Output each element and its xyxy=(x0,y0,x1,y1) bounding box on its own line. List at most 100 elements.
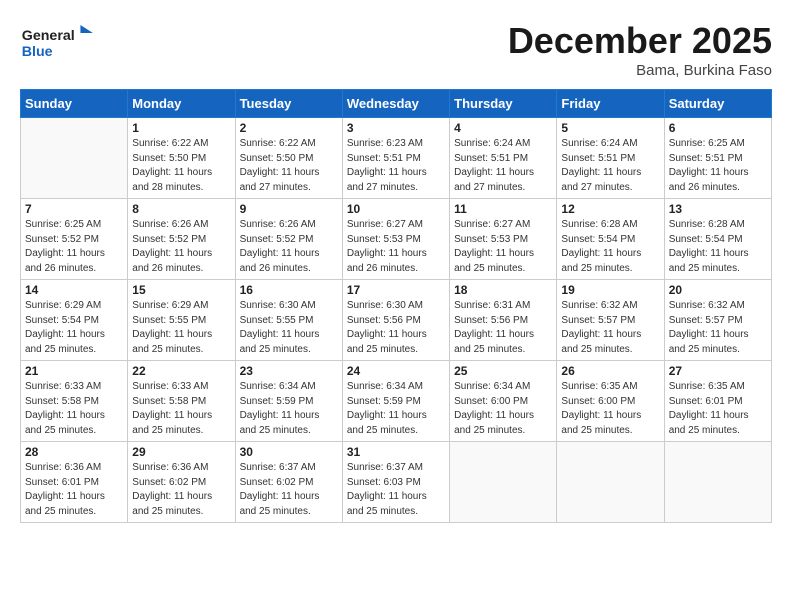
day-number: 20 xyxy=(669,283,767,297)
svg-text:General: General xyxy=(22,28,75,44)
day-detail: Sunrise: 6:26 AM Sunset: 5:52 PM Dayligh… xyxy=(240,218,338,276)
calendar-table: SundayMondayTuesdayWednesdayThursdayFrid… xyxy=(20,89,772,523)
calendar-cell: 29 Sunrise: 6:36 AM Sunset: 6:02 PM Dayli… xyxy=(128,442,235,523)
day-number: 1 xyxy=(132,121,230,135)
page-header: General Blue December 2025 Bama, Burkina… xyxy=(20,20,772,79)
calendar-cell: 23 Sunrise: 6:34 AM Sunset: 5:59 PM Dayli… xyxy=(235,361,342,442)
calendar-cell: 5 Sunrise: 6:24 AM Sunset: 5:51 PM Daylig… xyxy=(557,118,664,199)
calendar-cell: 26 Sunrise: 6:35 AM Sunset: 6:00 PM Dayli… xyxy=(557,361,664,442)
day-number: 13 xyxy=(669,202,767,216)
location-subtitle: Bama, Burkina Faso xyxy=(508,62,772,79)
calendar-cell: 17 Sunrise: 6:30 AM Sunset: 5:56 PM Dayli… xyxy=(342,280,449,361)
day-detail: Sunrise: 6:27 AM Sunset: 5:53 PM Dayligh… xyxy=(454,218,552,276)
calendar-cell: 18 Sunrise: 6:31 AM Sunset: 5:56 PM Dayli… xyxy=(450,280,557,361)
calendar-cell: 12 Sunrise: 6:28 AM Sunset: 5:54 PM Dayli… xyxy=(557,199,664,280)
day-detail: Sunrise: 6:34 AM Sunset: 5:59 PM Dayligh… xyxy=(240,380,338,438)
day-number: 5 xyxy=(561,121,659,135)
day-number: 2 xyxy=(240,121,338,135)
weekday-header-tuesday: Tuesday xyxy=(235,90,342,118)
calendar-cell xyxy=(664,442,771,523)
day-number: 19 xyxy=(561,283,659,297)
day-detail: Sunrise: 6:31 AM Sunset: 5:56 PM Dayligh… xyxy=(454,299,552,357)
day-detail: Sunrise: 6:33 AM Sunset: 5:58 PM Dayligh… xyxy=(25,380,123,438)
day-detail: Sunrise: 6:34 AM Sunset: 5:59 PM Dayligh… xyxy=(347,380,445,438)
day-number: 8 xyxy=(132,202,230,216)
day-number: 18 xyxy=(454,283,552,297)
day-number: 23 xyxy=(240,364,338,378)
day-detail: Sunrise: 6:37 AM Sunset: 6:02 PM Dayligh… xyxy=(240,461,338,519)
day-number: 25 xyxy=(454,364,552,378)
week-row-1: 1 Sunrise: 6:22 AM Sunset: 5:50 PM Daylig… xyxy=(21,118,772,199)
weekday-header-sunday: Sunday xyxy=(21,90,128,118)
day-detail: Sunrise: 6:35 AM Sunset: 6:00 PM Dayligh… xyxy=(561,380,659,438)
week-row-4: 21Sunrise: 6:33 AM Sunset: 5:58 PM Dayli… xyxy=(21,361,772,442)
day-number: 24 xyxy=(347,364,445,378)
day-number: 3 xyxy=(347,121,445,135)
day-number: 17 xyxy=(347,283,445,297)
day-detail: Sunrise: 6:28 AM Sunset: 5:54 PM Dayligh… xyxy=(669,218,767,276)
calendar-cell: 7 Sunrise: 6:25 AM Sunset: 5:52 PM Daylig… xyxy=(21,199,128,280)
day-detail: Sunrise: 6:33 AM Sunset: 5:58 PM Dayligh… xyxy=(132,380,230,438)
weekday-header-thursday: Thursday xyxy=(450,90,557,118)
calendar-cell: 3Sunrise: 6:23 AM Sunset: 5:51 PM Daylig… xyxy=(342,118,449,199)
day-detail: Sunrise: 6:30 AM Sunset: 5:55 PM Dayligh… xyxy=(240,299,338,357)
day-number: 30 xyxy=(240,445,338,459)
calendar-cell xyxy=(21,118,128,199)
calendar-cell: 30 Sunrise: 6:37 AM Sunset: 6:02 PM Dayli… xyxy=(235,442,342,523)
calendar-cell: 15 Sunrise: 6:29 AM Sunset: 5:55 PM Dayli… xyxy=(128,280,235,361)
calendar-cell: 14Sunrise: 6:29 AM Sunset: 5:54 PM Dayli… xyxy=(21,280,128,361)
calendar-cell: 10Sunrise: 6:27 AM Sunset: 5:53 PM Dayli… xyxy=(342,199,449,280)
calendar-cell: 8 Sunrise: 6:26 AM Sunset: 5:52 PM Daylig… xyxy=(128,199,235,280)
calendar-cell: 13 Sunrise: 6:28 AM Sunset: 5:54 PM Dayli… xyxy=(664,199,771,280)
calendar-cell: 6 Sunrise: 6:25 AM Sunset: 5:51 PM Daylig… xyxy=(664,118,771,199)
calendar-cell: 1 Sunrise: 6:22 AM Sunset: 5:50 PM Daylig… xyxy=(128,118,235,199)
day-number: 12 xyxy=(561,202,659,216)
day-number: 29 xyxy=(132,445,230,459)
day-detail: Sunrise: 6:22 AM Sunset: 5:50 PM Dayligh… xyxy=(240,137,338,195)
day-detail: Sunrise: 6:34 AM Sunset: 6:00 PM Dayligh… xyxy=(454,380,552,438)
day-detail: Sunrise: 6:32 AM Sunset: 5:57 PM Dayligh… xyxy=(561,299,659,357)
logo: General Blue xyxy=(20,20,100,70)
day-number: 16 xyxy=(240,283,338,297)
day-detail: Sunrise: 6:28 AM Sunset: 5:54 PM Dayligh… xyxy=(561,218,659,276)
day-detail: Sunrise: 6:25 AM Sunset: 5:51 PM Dayligh… xyxy=(669,137,767,195)
day-detail: Sunrise: 6:37 AM Sunset: 6:03 PM Dayligh… xyxy=(347,461,445,519)
calendar-cell: 20Sunrise: 6:32 AM Sunset: 5:57 PM Dayli… xyxy=(664,280,771,361)
day-number: 27 xyxy=(669,364,767,378)
day-number: 9 xyxy=(240,202,338,216)
day-number: 28 xyxy=(25,445,123,459)
day-number: 15 xyxy=(132,283,230,297)
weekday-header-row: SundayMondayTuesdayWednesdayThursdayFrid… xyxy=(21,90,772,118)
day-detail: Sunrise: 6:36 AM Sunset: 6:02 PM Dayligh… xyxy=(132,461,230,519)
weekday-header-wednesday: Wednesday xyxy=(342,90,449,118)
day-detail: Sunrise: 6:25 AM Sunset: 5:52 PM Dayligh… xyxy=(25,218,123,276)
day-detail: Sunrise: 6:30 AM Sunset: 5:56 PM Dayligh… xyxy=(347,299,445,357)
calendar-cell: 31 Sunrise: 6:37 AM Sunset: 6:03 PM Dayli… xyxy=(342,442,449,523)
calendar-cell: 28 Sunrise: 6:36 AM Sunset: 6:01 PM Dayli… xyxy=(21,442,128,523)
weekday-header-monday: Monday xyxy=(128,90,235,118)
weekday-header-saturday: Saturday xyxy=(664,90,771,118)
day-detail: Sunrise: 6:35 AM Sunset: 6:01 PM Dayligh… xyxy=(669,380,767,438)
day-number: 22 xyxy=(132,364,230,378)
day-number: 7 xyxy=(25,202,123,216)
day-detail: Sunrise: 6:22 AM Sunset: 5:50 PM Dayligh… xyxy=(132,137,230,195)
month-title: December 2025 xyxy=(508,20,772,62)
week-row-3: 14Sunrise: 6:29 AM Sunset: 5:54 PM Dayli… xyxy=(21,280,772,361)
calendar-cell: 22 Sunrise: 6:33 AM Sunset: 5:58 PM Dayli… xyxy=(128,361,235,442)
day-number: 26 xyxy=(561,364,659,378)
calendar-cell: 16 Sunrise: 6:30 AM Sunset: 5:55 PM Dayli… xyxy=(235,280,342,361)
day-detail: Sunrise: 6:29 AM Sunset: 5:55 PM Dayligh… xyxy=(132,299,230,357)
day-number: 31 xyxy=(347,445,445,459)
svg-text:Blue: Blue xyxy=(22,44,53,60)
day-number: 4 xyxy=(454,121,552,135)
day-number: 6 xyxy=(669,121,767,135)
day-number: 14 xyxy=(25,283,123,297)
calendar-cell xyxy=(450,442,557,523)
day-detail: Sunrise: 6:24 AM Sunset: 5:51 PM Dayligh… xyxy=(561,137,659,195)
day-detail: Sunrise: 6:36 AM Sunset: 6:01 PM Dayligh… xyxy=(25,461,123,519)
day-detail: Sunrise: 6:26 AM Sunset: 5:52 PM Dayligh… xyxy=(132,218,230,276)
week-row-2: 7 Sunrise: 6:25 AM Sunset: 5:52 PM Daylig… xyxy=(21,199,772,280)
day-number: 10 xyxy=(347,202,445,216)
weekday-header-friday: Friday xyxy=(557,90,664,118)
calendar-cell: 27 Sunrise: 6:35 AM Sunset: 6:01 PM Dayli… xyxy=(664,361,771,442)
